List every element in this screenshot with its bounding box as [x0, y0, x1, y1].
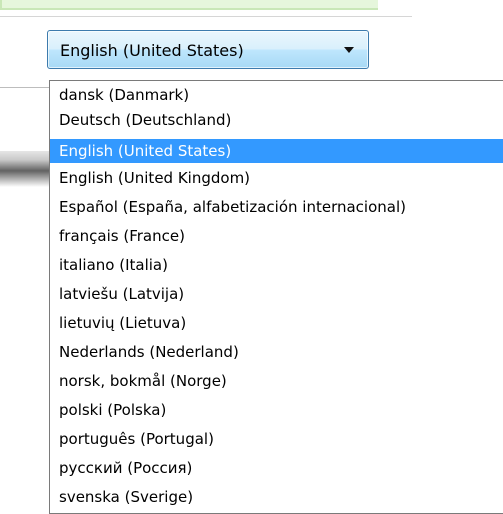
dropdown-option-lietuviu[interactable]: lietuvių (Lietuva) [50, 311, 503, 335]
dropdown-option-russian[interactable]: русский (Россия) [50, 456, 503, 480]
dropdown-option-norsk[interactable]: norsk, bokmål (Norge) [50, 369, 503, 393]
chevron-down-icon[interactable] [344, 47, 354, 53]
background-divider [0, 87, 50, 88]
combobox-selected-value: English (United States) [60, 41, 244, 60]
dropdown-option-espanol[interactable]: Español (España, alfabetización internac… [50, 195, 503, 219]
dropdown-option-latviesu[interactable]: latviešu (Latvija) [50, 282, 503, 306]
language-dropdown-list[interactable]: dansk (Danmark) Deutsch (Deutschland) En… [49, 80, 503, 514]
dropdown-option-svenska[interactable]: svenska (Sverige) [50, 485, 503, 509]
dropdown-option-portugues[interactable]: português (Portugal) [50, 427, 503, 451]
dropdown-option-english-uk[interactable]: English (United Kingdom) [50, 166, 503, 190]
language-combobox[interactable]: English (United States) [47, 30, 369, 69]
dropdown-option-italiano[interactable]: italiano (Italia) [50, 253, 503, 277]
dropdown-option-francais[interactable]: français (France) [50, 224, 503, 248]
dropdown-option-deutsch[interactable]: Deutsch (Deutschland) [50, 108, 503, 132]
dropdown-option-english-us[interactable]: English (United States) [50, 139, 503, 163]
top-divider [0, 16, 412, 17]
background-panel-edge [0, 151, 50, 187]
dropdown-option-dansk[interactable]: dansk (Danmark) [50, 83, 503, 107]
dropdown-option-polski[interactable]: polski (Polska) [50, 398, 503, 422]
notification-strip [0, 0, 378, 10]
dropdown-option-nederlands[interactable]: Nederlands (Nederland) [50, 340, 503, 364]
